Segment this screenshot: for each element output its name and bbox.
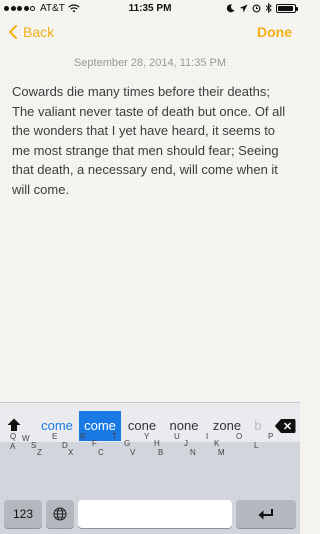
key-n[interactable]: N (190, 448, 196, 457)
navigation-bar: Back Done (0, 22, 300, 46)
keyboard: come come cone none zone b Q A W S Z E D… (0, 402, 300, 534)
moon-icon (226, 3, 235, 12)
key-p[interactable]: P (268, 432, 273, 441)
key-u[interactable]: U (174, 432, 180, 441)
bluetooth-icon (265, 3, 272, 13)
battery-level (278, 5, 294, 11)
globe-key[interactable] (46, 500, 74, 528)
letter-keys-row: Q A W S Z E D X R C F T V G Y B H U N J … (0, 428, 300, 496)
return-key[interactable] (236, 500, 296, 528)
note-date: September 28, 2014, 11:35 PM (73, 57, 227, 69)
back-button[interactable]: Back (8, 24, 54, 40)
key-s[interactable]: S (31, 441, 36, 450)
status-right (226, 3, 298, 13)
key-q[interactable]: Q (10, 432, 16, 441)
key-h[interactable]: H (154, 439, 160, 448)
key-i[interactable]: I (206, 432, 208, 441)
keyboard-bottom-row: 123 (0, 496, 300, 534)
key-t[interactable]: T (112, 432, 117, 441)
key-c[interactable]: C (98, 448, 104, 457)
key-v[interactable]: V (130, 448, 135, 457)
space-key[interactable] (78, 500, 232, 528)
battery-icon (276, 3, 298, 13)
location-arrow-icon (239, 4, 248, 12)
key-k[interactable]: K (214, 439, 219, 448)
globe-icon (53, 507, 67, 521)
chevron-left-icon (9, 25, 17, 39)
alarm-clock-icon (252, 4, 261, 13)
key-y[interactable]: Y (144, 432, 149, 441)
key-d[interactable]: D (62, 441, 68, 450)
key-w[interactable]: W (22, 434, 30, 443)
status-bar: AT&T 11:35 PM (0, 0, 300, 18)
key-g[interactable]: G (124, 439, 130, 448)
key-x[interactable]: X (68, 448, 73, 457)
back-button-label: Back (23, 24, 55, 40)
key-r[interactable]: R (80, 432, 86, 441)
key-o[interactable]: O (236, 432, 242, 441)
key-m[interactable]: M (218, 448, 225, 457)
done-button[interactable]: Done (257, 24, 292, 40)
key-j[interactable]: J (184, 439, 188, 448)
key-f[interactable]: F (92, 439, 97, 448)
key-z[interactable]: Z (37, 448, 42, 457)
key-b[interactable]: B (158, 448, 163, 457)
key-e[interactable]: E (52, 432, 57, 441)
key-l[interactable]: L (254, 441, 258, 450)
return-arrow-icon (258, 509, 273, 520)
key-a[interactable]: A (10, 442, 15, 451)
numbers-key[interactable]: 123 (4, 500, 42, 528)
note-text-area[interactable]: Cowards die many times before their deat… (12, 82, 294, 200)
